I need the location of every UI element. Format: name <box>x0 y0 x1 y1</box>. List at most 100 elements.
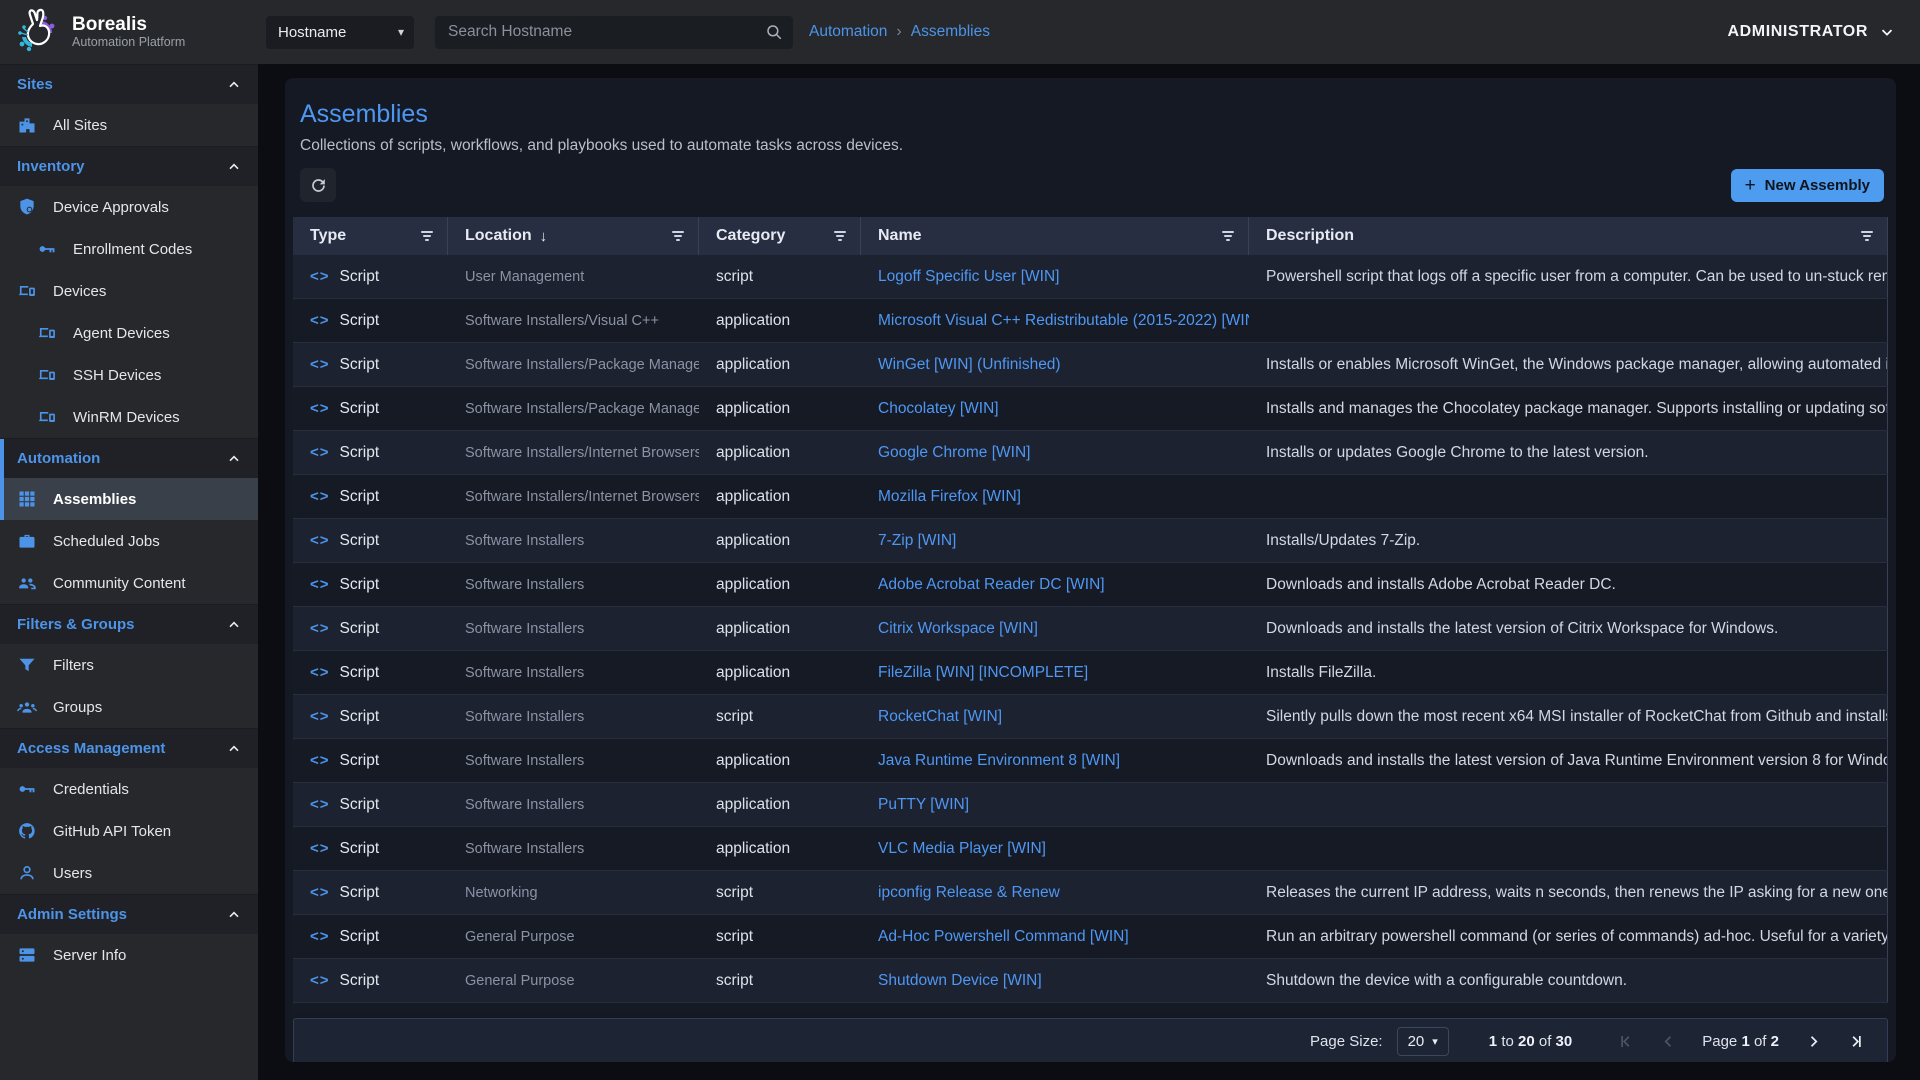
sidebar-item-label: WinRM Devices <box>73 409 180 426</box>
assembly-link[interactable]: PuTTY [WIN] <box>878 796 969 814</box>
sidebar-item-label: GitHub API Token <box>53 823 171 840</box>
assembly-link[interactable]: Ad-Hoc Powershell Command [WIN] <box>878 928 1129 946</box>
new-assembly-button[interactable]: + New Assembly <box>1731 169 1884 202</box>
assembly-link[interactable]: Mozilla Firefox [WIN] <box>878 488 1021 506</box>
sidebar-item-groups[interactable]: Groups <box>0 686 258 728</box>
sidebar-item-users[interactable]: Users <box>0 852 258 894</box>
cell-type: <>Script <box>293 871 448 914</box>
sidebar-item-label: Community Content <box>53 575 186 592</box>
assembly-link[interactable]: Logoff Specific User [WIN] <box>878 268 1059 286</box>
sidebar-item-winrm-devices[interactable]: WinRM Devices <box>0 396 258 438</box>
cell-location: User Management <box>448 255 699 298</box>
previous-page-button[interactable] <box>1654 1028 1682 1056</box>
sidebar-item-label: All Sites <box>53 117 107 134</box>
cell-location: Software Installers/Package Managers <box>448 343 699 386</box>
sidebar-section-inventory[interactable]: Inventory <box>0 146 258 186</box>
sidebar-item-label: Devices <box>53 283 106 300</box>
sidebar-section-admin-settings[interactable]: Admin Settings <box>0 894 258 934</box>
next-page-button[interactable] <box>1799 1028 1827 1056</box>
assembly-link[interactable]: WinGet [WIN] (Unfinished) <box>878 356 1061 374</box>
cell-type: <>Script <box>293 959 448 1002</box>
sidebar-item-filters[interactable]: Filters <box>0 644 258 686</box>
assembly-link[interactable]: FileZilla [WIN] [INCOMPLETE] <box>878 664 1088 682</box>
sidebar-item-scheduled-jobs[interactable]: Scheduled Jobs <box>0 520 258 562</box>
filter-icon[interactable] <box>1218 227 1238 245</box>
search-input[interactable] <box>448 23 765 41</box>
table-row: <>ScriptSoftware Installers/Internet Bro… <box>293 431 1888 475</box>
assembly-link[interactable]: 7-Zip [WIN] <box>878 532 956 550</box>
type-value: Script <box>340 356 380 374</box>
section-label: Admin Settings <box>17 906 127 923</box>
cell-description: Downloads and installs the latest versio… <box>1249 739 1888 782</box>
sidebar-item-enrollment-codes[interactable]: Enrollment Codes <box>0 228 258 270</box>
sidebar-item-server-info[interactable]: Server Info <box>0 934 258 976</box>
cell-name: Adobe Acrobat Reader DC [WIN] <box>861 563 1249 606</box>
type-value: Script <box>340 752 380 770</box>
page-size-select[interactable]: 20 ▾ <box>1397 1027 1449 1056</box>
cell-type: <>Script <box>293 783 448 826</box>
assembly-link[interactable]: Shutdown Device [WIN] <box>878 972 1042 990</box>
assembly-link[interactable]: ipconfig Release & Renew <box>878 884 1060 902</box>
sidebar-section-sites[interactable]: Sites <box>0 64 258 104</box>
hostname-filter-select[interactable]: Hostname ▾ <box>266 16 414 49</box>
cell-type: <>Script <box>293 827 448 870</box>
sidebar-section-access-management[interactable]: Access Management <box>0 728 258 768</box>
sidebar-item-agent-devices[interactable]: Agent Devices <box>0 312 258 354</box>
assembly-link[interactable]: Java Runtime Environment 8 [WIN] <box>878 752 1120 770</box>
sidebar-item-github-api-token[interactable]: GitHub API Token <box>0 810 258 852</box>
assembly-link[interactable]: Citrix Workspace [WIN] <box>878 620 1038 638</box>
cell-name: ipconfig Release & Renew <box>861 871 1249 914</box>
sidebar-item-community-content[interactable]: Community Content <box>0 562 258 604</box>
first-page-button[interactable] <box>1612 1028 1640 1056</box>
cell-location: Software Installers/Internet Browsers <box>448 475 699 518</box>
filter-icon[interactable] <box>830 227 850 245</box>
sidebar-item-assemblies[interactable]: Assemblies <box>0 478 258 520</box>
assemblies-table: TypeLocation↓CategoryNameDescription <>S… <box>293 217 1888 1013</box>
sidebar-item-all-sites[interactable]: All Sites <box>0 104 258 146</box>
sidebar-section-filters-groups[interactable]: Filters & Groups <box>0 604 258 644</box>
breadcrumb-automation[interactable]: Automation <box>809 23 887 41</box>
assembly-link[interactable]: Microsoft Visual C++ Redistributable (20… <box>878 312 1249 330</box>
type-value: Script <box>340 664 380 682</box>
filter-icon[interactable] <box>1857 227 1877 245</box>
page-subtitle: Collections of scripts, workflows, and p… <box>293 137 1888 155</box>
table-row: <>ScriptGeneral PurposescriptAd-Hoc Powe… <box>293 915 1888 959</box>
assembly-link[interactable]: RocketChat [WIN] <box>878 708 1002 726</box>
sort-descending-icon[interactable]: ↓ <box>540 228 548 245</box>
column-header-description[interactable]: Description <box>1249 217 1888 255</box>
breadcrumb-assemblies[interactable]: Assemblies <box>911 23 990 41</box>
cell-description <box>1249 299 1888 342</box>
cell-name: Logoff Specific User [WIN] <box>861 255 1249 298</box>
cell-description: Downloads and installs Adobe Acrobat Rea… <box>1249 563 1888 606</box>
sidebar-item-devices[interactable]: Devices <box>0 270 258 312</box>
refresh-button[interactable] <box>300 168 336 202</box>
column-header-type[interactable]: Type <box>293 217 448 255</box>
assembly-link[interactable]: Adobe Acrobat Reader DC [WIN] <box>878 576 1105 594</box>
hostname-filter-value: Hostname <box>278 24 346 41</box>
code-icon: <> <box>310 708 330 725</box>
sidebar-item-device-approvals[interactable]: Device Approvals <box>0 186 258 228</box>
sidebar-item-label: Enrollment Codes <box>73 241 192 258</box>
sidebar-section-automation[interactable]: Automation <box>0 438 258 478</box>
column-header-category[interactable]: Category <box>699 217 861 255</box>
cell-description: Silently pulls down the most recent x64 … <box>1249 695 1888 738</box>
sidebar-item-credentials[interactable]: Credentials <box>0 768 258 810</box>
sidebar-item-ssh-devices[interactable]: SSH Devices <box>0 354 258 396</box>
column-header-location[interactable]: Location↓ <box>448 217 699 255</box>
search-icon <box>765 23 783 41</box>
cell-category: application <box>699 827 861 870</box>
column-header-name[interactable]: Name <box>861 217 1249 255</box>
assembly-link[interactable]: VLC Media Player [WIN] <box>878 840 1046 858</box>
cell-location: Networking <box>448 871 699 914</box>
assembly-link[interactable]: Google Chrome [WIN] <box>878 444 1030 462</box>
type-value: Script <box>340 576 380 594</box>
assembly-link[interactable]: Chocolatey [WIN] <box>878 400 999 418</box>
user-menu[interactable]: ADMINISTRATOR <box>1727 23 1896 41</box>
section-label: Sites <box>17 76 53 93</box>
filter-icon[interactable] <box>417 227 437 245</box>
filter-icon[interactable] <box>668 227 688 245</box>
people-icon <box>17 573 37 593</box>
server-icon <box>17 945 37 965</box>
last-page-button[interactable] <box>1841 1028 1869 1056</box>
cell-location: Software Installers <box>448 783 699 826</box>
